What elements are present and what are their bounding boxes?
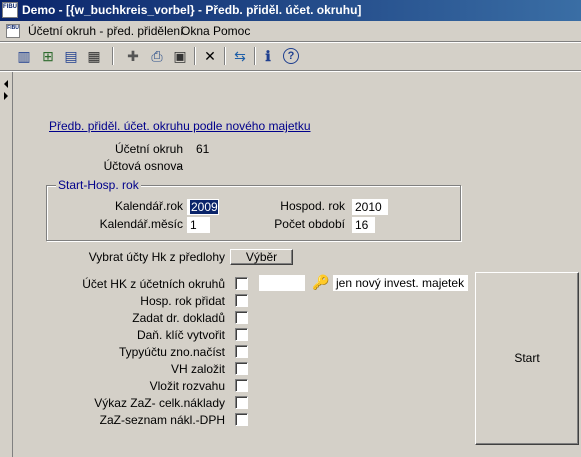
app-logo-icon[interactable]: FIBU [2,2,18,18]
calculator-icon[interactable]: ▦ [84,46,104,66]
hospod-rok-field[interactable]: 2010 [352,199,388,215]
toolbar-separator [194,47,196,65]
checkbox-label: Vložit rozvahu [149,379,225,393]
checkbox-label: ZaZ-seznam nákl.-DPH [99,413,225,427]
uctova-osnova-value: - [177,159,181,173]
arrow-right-icon[interactable] [4,92,8,100]
group-title: Start-Hosp. rok [56,178,141,192]
form-panel: Předb. přiděl. účet. okruhu podle nového… [13,72,581,457]
left-splitter[interactable] [0,72,13,457]
transfer-icon[interactable]: ⇆ [230,46,250,66]
heading-link[interactable]: Předb. přiděl. účet. okruhu podle nového… [49,119,311,133]
checkbox-label: Daň. klíč vytvořit [136,328,225,342]
dan-klic-checkbox[interactable] [235,328,248,341]
menu-pomoc[interactable]: Pomoc [213,24,250,38]
key-icon[interactable]: 🔑 [312,274,329,291]
checkbox-label: Zadat dr. dokladů [132,311,225,325]
kalendar-rok-value: 2009 [190,200,218,214]
toolbar: ▥ ⊞ ▤ ▦ ✚ ⎙ ▣ ✕ ⇆ ℹ ? [0,43,581,69]
printer-icon[interactable]: ⎙ [147,46,167,66]
checkbox-label: Účet HK z účetních okruhů [82,277,225,291]
ucet-hk-checkbox[interactable] [235,277,248,290]
close-icon[interactable]: ✕ [200,46,220,66]
ucetni-okruh-value: 61 [196,142,210,156]
zadat-dr-dokladu-checkbox[interactable] [235,311,248,324]
preview-icon[interactable]: ▣ [170,46,190,66]
menu-okna[interactable]: Okna [181,24,210,38]
kalendar-rok-label: Kalendář.rok [114,199,183,213]
hosp-rok-pridat-checkbox[interactable] [235,294,248,307]
zaz-seznam-checkbox[interactable] [235,413,248,426]
vlozit-rozvahu-checkbox[interactable] [235,379,248,392]
menu-bar: FIBU Účetní okruh - před. přidělení Okna… [0,21,581,41]
vh-zalozit-checkbox[interactable] [235,362,248,375]
start-hosp-rok-group [46,185,461,241]
typy-uctu-checkbox[interactable] [235,345,248,358]
kalendar-mesic-label: Kalendář.měsíc [99,217,183,231]
book-icon[interactable]: ▤ [61,46,81,66]
ucet-hk-field[interactable] [259,275,305,291]
vykaz-zaz-checkbox[interactable] [235,396,248,409]
vybrat-label: Vybrat účty Hk z předlohy [88,250,225,264]
info-icon[interactable]: ℹ [258,46,278,66]
uctova-osnova-label: Účtová osnova [103,159,183,173]
pocet-obdobi-field[interactable]: 16 [352,217,375,233]
toolbar-separator [112,47,114,65]
tree-icon[interactable]: ⊞ [38,46,58,66]
kalendar-rok-field[interactable]: 2009 [187,199,219,215]
hospod-rok-label: Hospod. rok [280,199,345,213]
help-icon[interactable]: ? [281,46,301,66]
window-title: Demo - [{w_buchkreis_vorbel} - Předb. př… [22,3,362,17]
checkbox-label: VH založit [170,362,225,376]
invest-text-field: jen nový invest. majetek [333,275,468,291]
vyber-button[interactable]: Výběr [230,249,293,265]
plus-icon[interactable]: ✚ [123,46,143,66]
columns-icon[interactable]: ▥ [14,46,34,66]
checkbox-label: Hosp. rok přidat [140,294,225,308]
title-bar: FIBU Demo - [{w_buchkreis_vorbel} - Před… [0,0,581,21]
document-menu-icon[interactable]: FIBU [6,24,20,38]
toolbar-separator [254,47,256,65]
arrow-left-icon[interactable] [4,80,8,88]
start-button[interactable]: Start [475,272,579,445]
checkbox-label: Typyúčtu zno.načíst [118,345,225,359]
ucetni-okruh-label: Účetní okruh [114,142,183,156]
menu-ucetni-okruh[interactable]: Účetní okruh - před. přidělení [28,24,183,38]
toolbar-separator [224,47,226,65]
checkbox-label: Výkaz ZaZ- celk.náklady [94,396,225,410]
kalendar-mesic-field[interactable]: 1 [187,217,210,233]
help-icon-glyph: ? [283,48,299,64]
pocet-obdobi-label: Počet období [274,217,345,231]
